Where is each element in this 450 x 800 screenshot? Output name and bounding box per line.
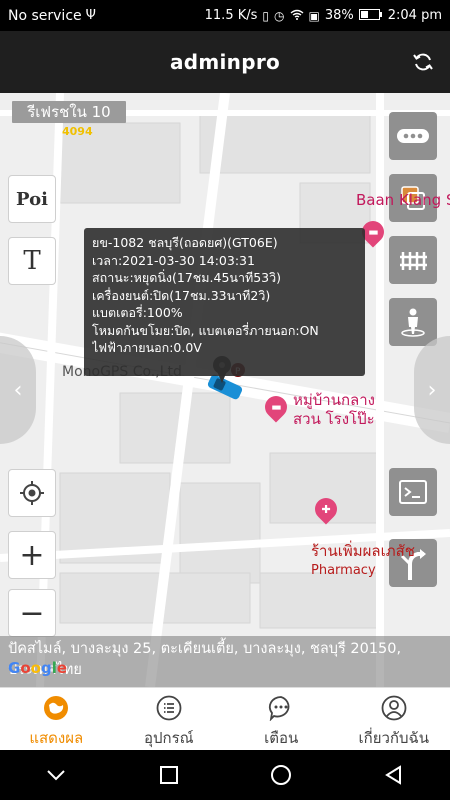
place-label-baan: Baan Klang S <box>356 191 450 209</box>
network-speed: 11.5 K/s <box>204 8 258 23</box>
geofence-button[interactable] <box>389 236 437 284</box>
village-name-line1: หมู่บ้านกลาง <box>293 391 375 409</box>
usb-icon: Ψ <box>85 8 96 23</box>
map-background: P <box>0 93 450 687</box>
nav-item-about[interactable]: เกี่ยวกับฉัน <box>338 688 450 750</box>
wifi-icon <box>290 9 304 23</box>
more-button[interactable] <box>389 112 437 160</box>
village-name-line2: สวน โรงโป๊ะ <box>293 410 375 428</box>
carrier-text: No service <box>8 7 82 24</box>
refresh-countdown: รีเฟรชใน 10 <box>12 101 126 123</box>
person-icon <box>401 308 425 337</box>
pharmacy-name-en: Pharmacy <box>311 563 376 578</box>
vehicle-info-popup[interactable]: ยข-1082 ชลบุรี(ถอดยศ)(GT06E) เวลา:2021-0… <box>84 228 365 376</box>
app-header: adminpro <box>0 31 450 93</box>
system-nav-bar <box>0 750 450 800</box>
back-button[interactable] <box>374 755 414 795</box>
refresh-button[interactable] <box>408 47 438 77</box>
zoom-in-button[interactable]: + <box>8 531 56 579</box>
street-view-button[interactable] <box>389 298 437 346</box>
nav-item-display[interactable]: แสดงผล <box>0 688 113 750</box>
circle-icon <box>271 765 292 785</box>
text-tool-button[interactable]: T <box>8 237 56 285</box>
vehicle-battery: แบตเตอรี่:100% <box>92 305 183 320</box>
zoom-out-button[interactable]: − <box>8 589 56 637</box>
vehicle-external-power: ไฟฟ้าภายนอก:0.0V <box>92 340 202 355</box>
poi-button[interactable]: Poi <box>8 175 56 223</box>
nav-label-display: แสดงผล <box>29 729 84 747</box>
next-vehicle-arrow[interactable]: › <box>414 336 450 444</box>
map-view[interactable]: P รีเฟรชใน 10 4094 Poi T + − <box>0 93 450 687</box>
google-logo: Google <box>8 659 68 677</box>
more-icon <box>397 129 429 143</box>
chat-bubble-icon <box>268 695 294 721</box>
battery-icon <box>358 8 383 23</box>
user-icon <box>381 695 407 721</box>
nav-item-alerts[interactable]: เตือน <box>225 688 338 750</box>
recent-apps-button[interactable] <box>149 755 189 795</box>
crosshair-icon <box>20 481 44 505</box>
locate-button[interactable] <box>8 469 56 517</box>
display-icon <box>43 695 69 721</box>
refresh-count: 4094 <box>62 125 93 138</box>
page-title: adminpro <box>169 50 281 74</box>
fence-icon <box>400 252 427 270</box>
pharmacy-name-th: ร้านเพิ่มผลเภสัช <box>311 542 415 560</box>
vehicle-theft-mode: โหมดกันขโมย:ปิด, แบตเตอรี่ภายนอก:ON <box>92 322 319 338</box>
terminal-icon <box>399 480 427 504</box>
alarm-icon: ◷ <box>274 8 285 23</box>
nav-label-devices: อุปกรณ์ <box>143 729 194 747</box>
back-triangle-icon <box>384 765 401 785</box>
vehicle-time: เวลา:2021-03-30 14:03:31 <box>92 252 255 268</box>
clock: 2:04 pm <box>387 8 442 23</box>
place-label-pharmacy: ร้านเพิ่มผลเภสัช Pharmacy <box>311 541 415 581</box>
status-right: 11.5 K/s ▯ ◷ ▣ 38% 2:04 pm <box>205 8 442 23</box>
bottom-nav: แสดงผล อุปกรณ์ เตือน เกี่ยวกับฉัน <box>0 687 450 750</box>
refresh-icon <box>413 53 433 71</box>
home-button[interactable] <box>261 755 301 795</box>
status-bar: No service Ψ 11.5 K/s ▯ ◷ ▣ 38% 2:04 pm <box>0 0 450 31</box>
vehicle-status: สถานะ:หยุดนิ่ง(17ชม.45นาที53วิ) <box>92 270 282 285</box>
nav-label-about: เกี่ยวกับฉัน <box>358 729 430 747</box>
list-icon <box>156 695 182 721</box>
system-menu-button[interactable] <box>36 755 76 795</box>
address-bar: ปัคสไมล์, บางละมุง 25, ตะเคียนเตี้ย, บาง… <box>0 636 450 687</box>
chevron-down-icon <box>47 770 65 781</box>
vehicle-plate: ยข-1082 ชลบุรี(ถอดยศ)(GT06E) <box>92 235 278 250</box>
sim-icon: ▣ <box>308 8 320 23</box>
battery-percent: 38% <box>324 8 354 23</box>
place-label-village: หมู่บ้านกลาง สวน โรงโป๊ะ <box>293 391 375 429</box>
vibrate-icon: ▯ <box>262 8 270 23</box>
vehicle-engine: เครื่องยนต์:ปิด(17ชม.33นาที2วิ) <box>92 287 271 303</box>
square-icon <box>159 766 178 784</box>
command-button[interactable] <box>389 468 437 516</box>
nav-label-alerts: เตือน <box>264 729 299 747</box>
nav-item-devices[interactable]: อุปกรณ์ <box>113 688 226 750</box>
